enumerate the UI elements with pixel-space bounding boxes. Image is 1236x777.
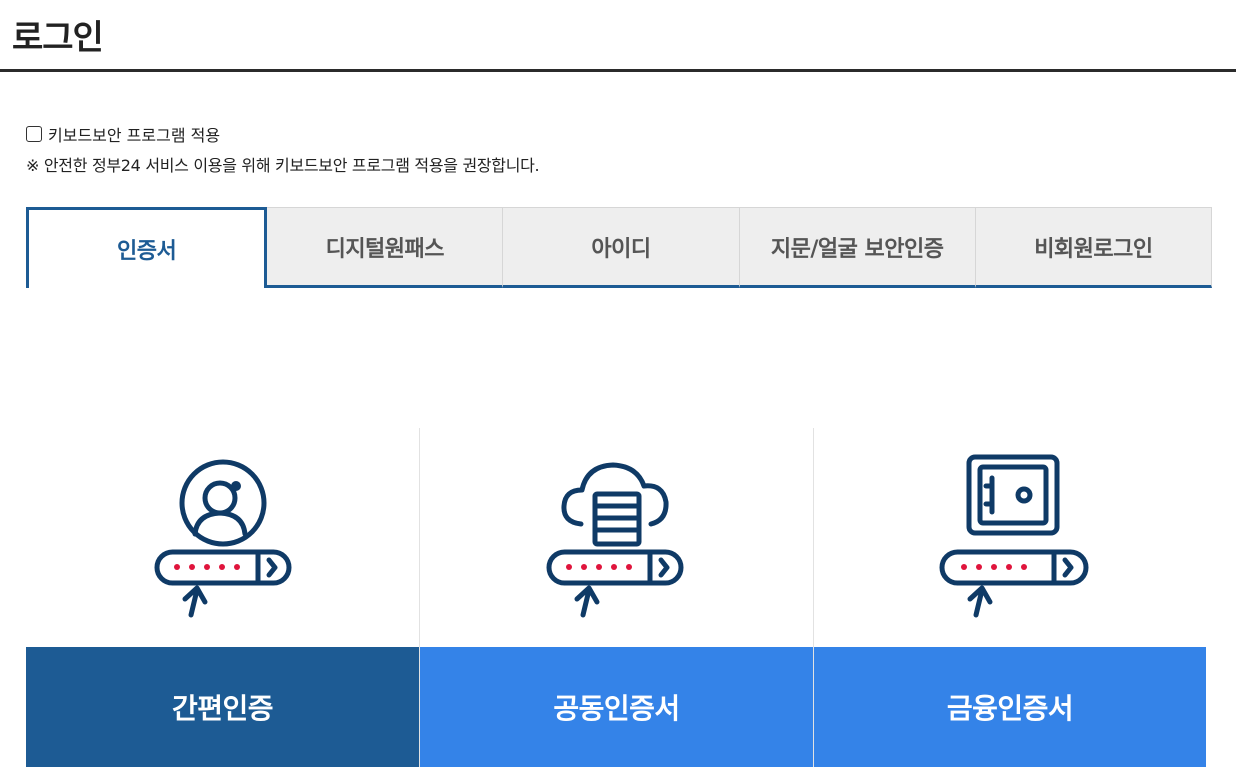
keyboard-security-label: 키보드보안 프로그램 적용 xyxy=(48,126,221,145)
page-header: 로그인 xyxy=(0,0,1236,72)
keyboard-security-option[interactable]: 키보드보안 프로그램 적용 xyxy=(26,122,220,146)
tab-certificate[interactable]: 인증서 xyxy=(26,207,268,288)
simple-auth-label: 간편인증 xyxy=(26,647,419,767)
page-title: 로그인 xyxy=(12,18,104,58)
tab-biometric-auth[interactable]: 지문/얼굴 보안인증 xyxy=(739,207,976,288)
joint-certificate-card[interactable]: 공동인증서 xyxy=(420,428,814,767)
cloud-database-password-icon xyxy=(420,450,813,630)
keyboard-security-checkbox[interactable] xyxy=(26,126,42,142)
login-method-tabs: 인증서 디지털원패스 아이디 지문/얼굴 보안인증 비회원로그인 xyxy=(26,207,1213,288)
safe-password-icon xyxy=(814,450,1206,630)
joint-certificate-label: 공동인증서 xyxy=(420,647,813,767)
certificate-options: 간편인증 공동인증서 금융인증서 xyxy=(26,428,1206,767)
keyboard-security-notice: ※ 안전한 정부24 서비스 이용을 위해 키보드보안 프로그램 적용을 권장합… xyxy=(26,156,540,175)
user-password-icon xyxy=(26,450,419,630)
simple-auth-card[interactable]: 간편인증 xyxy=(26,428,420,767)
financial-certificate-card[interactable]: 금융인증서 xyxy=(814,428,1206,767)
tab-guest-login[interactable]: 비회원로그인 xyxy=(975,207,1213,288)
tab-digital-onepass[interactable]: 디지털원패스 xyxy=(267,207,504,288)
financial-certificate-label: 금융인증서 xyxy=(814,647,1206,767)
tab-id-login[interactable]: 아이디 xyxy=(503,207,740,288)
